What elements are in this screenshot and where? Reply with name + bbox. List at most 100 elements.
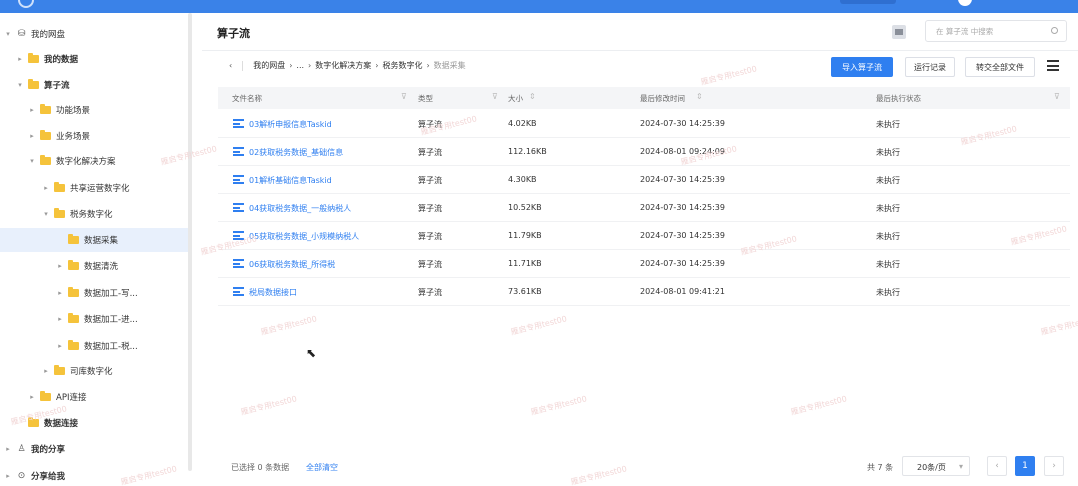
operator-flow-icon: [233, 203, 244, 212]
breadcrumb-item[interactable]: 税务数字化: [382, 60, 422, 71]
column-type[interactable]: 类型: [418, 93, 433, 104]
sidebar-item[interactable]: ▸ 共享运营数字化: [0, 176, 188, 200]
sidebar-item-label: 我的数据: [44, 55, 79, 65]
table-row[interactable]: 税局数据接口 算子流 73.61KB 2024-08-01 09:41:21 未执行: [218, 279, 1070, 306]
chevron-right-icon[interactable]: ▸: [56, 289, 64, 297]
menu-icon[interactable]: [1047, 60, 1059, 71]
sidebar-item[interactable]: ▾ ⛁ 我的网盘: [0, 22, 188, 46]
file-size: 112.16KB: [508, 147, 547, 156]
table-row[interactable]: 01解析基础信息Taskid 算子流 4.30KB 2024-07-30 14:25:…: [218, 167, 1070, 194]
sidebar-item[interactable]: ▸ ♙ 我的分享: [0, 437, 188, 461]
file-size: 4.02KB: [508, 119, 537, 128]
file-size: 73.61KB: [508, 287, 542, 296]
file-name-link[interactable]: 02获取税务数据_基础信息: [249, 147, 343, 158]
file-modified: 2024-08-01 09:41:21: [640, 287, 725, 296]
sidebar-item[interactable]: ▸ 司库数字化: [0, 359, 188, 383]
sidebar-item[interactable]: ▸ 业务场景: [0, 124, 188, 148]
page-button[interactable]: 1: [1015, 456, 1035, 476]
column-status[interactable]: 最后执行状态: [876, 93, 921, 104]
shared-with-me-icon: ⊙: [17, 471, 26, 481]
chevron-down-icon[interactable]: ▾: [16, 81, 24, 89]
chevron-down-icon[interactable]: ▾: [42, 210, 50, 218]
sidebar-item[interactable]: 数据采集: [0, 228, 188, 252]
file-status: 未执行: [876, 120, 900, 129]
avatar[interactable]: [958, 0, 972, 6]
sort-icon[interactable]: ⇕: [696, 92, 703, 101]
file-status: 未执行: [876, 232, 900, 241]
page-size-value: 20条/页: [917, 463, 946, 472]
chevron-right-icon[interactable]: ▸: [42, 184, 50, 192]
clear-selection-link[interactable]: 全部清空: [306, 462, 338, 473]
table-row[interactable]: 03解析申报信息Taskid 算子流 4.02KB 2024-07-30 14:25:…: [218, 111, 1070, 138]
sidebar-item[interactable]: ▸ 数据加工-税...: [0, 334, 188, 358]
search-icon[interactable]: [1051, 27, 1058, 34]
sidebar-item-label: 数据加工-写...: [84, 289, 138, 299]
filter-icon[interactable]: ⊽: [1054, 92, 1060, 101]
filter-icon[interactable]: ⊽: [401, 92, 407, 101]
breadcrumb-item[interactable]: ...: [296, 61, 304, 70]
file-type: 算子流: [418, 176, 442, 185]
column-name[interactable]: 文件名称: [232, 93, 262, 104]
sidebar-item-label: 数据加工-进...: [84, 315, 138, 325]
column-modified[interactable]: 最后修改时间: [640, 93, 685, 104]
file-size: 10.52KB: [508, 203, 542, 212]
import-button[interactable]: 导入算子流: [831, 57, 893, 77]
chevron-right-icon[interactable]: ▸: [56, 342, 64, 350]
next-page-button[interactable]: ›: [1044, 456, 1064, 476]
back-icon[interactable]: ‹: [229, 61, 232, 70]
sidebar-item[interactable]: ▸ 数据清洗: [0, 254, 188, 278]
sidebar-item-label: 数据清洗: [84, 262, 119, 272]
chevron-down-icon[interactable]: ▾: [28, 157, 36, 165]
file-name-link[interactable]: 04获取税务数据_一般纳税人: [249, 203, 351, 214]
sidebar: ▾ ⛁ 我的网盘 ▸ 我的数据 ▾ 算子流 ▸ 功能场景 ▸ 业务场景 ▾ 数字化解决方案 ▸ 共享运营数字…: [0, 13, 194, 486]
sidebar-item[interactable]: ▸ 功能场景: [0, 98, 188, 122]
sidebar-item[interactable]: ▸ API连接: [0, 385, 188, 409]
folder-view-icon[interactable]: [892, 25, 906, 39]
file-name-link[interactable]: 01解析基础信息Taskid: [249, 175, 332, 186]
search-input[interactable]: 在 算子流 中搜索: [925, 20, 1067, 42]
sidebar-scrollbar[interactable]: [188, 13, 192, 471]
chevron-right-icon[interactable]: ▸: [56, 315, 64, 323]
column-size[interactable]: 大小: [508, 93, 523, 104]
sidebar-item[interactable]: ▾ 数字化解决方案: [0, 149, 188, 173]
page-size-select[interactable]: 20条/页 ▾: [902, 456, 970, 476]
top-action-button[interactable]: [840, 0, 896, 4]
breadcrumb-item[interactable]: 我的网盘: [253, 60, 285, 71]
run-log-button[interactable]: 运行记录: [905, 57, 955, 77]
chevron-right-icon[interactable]: ▸: [16, 55, 24, 63]
sidebar-item[interactable]: ▾ 算子流: [0, 73, 188, 97]
chevron-right-icon[interactable]: ▸: [4, 472, 12, 480]
operator-flow-icon: [233, 231, 244, 240]
sidebar-item[interactable]: ▸ 我的数据: [0, 47, 188, 71]
table-row[interactable]: 04获取税务数据_一般纳税人 算子流 10.52KB 2024-07-30 14:25…: [218, 195, 1070, 222]
chevron-right-icon[interactable]: ▸: [28, 132, 36, 140]
file-status: 未执行: [876, 176, 900, 185]
filter-icon[interactable]: ⊽: [492, 92, 498, 101]
chevron-right-icon[interactable]: ▸: [56, 262, 64, 270]
table-row[interactable]: 02获取税务数据_基础信息 算子流 112.16KB 2024-08-01 09:24…: [218, 139, 1070, 166]
file-type: 算子流: [418, 260, 442, 269]
app-logo[interactable]: [18, 0, 34, 8]
table-row[interactable]: 06获取税务数据_所得税 算子流 11.71KB 2024-07-30 14:25:3…: [218, 251, 1070, 278]
sidebar-item[interactable]: ▾ 税务数字化: [0, 202, 188, 226]
top-bar: [0, 0, 1078, 13]
chevron-right-icon[interactable]: ▸: [28, 393, 36, 401]
convert-all-button[interactable]: 转交全部文件: [965, 57, 1035, 77]
sort-icon[interactable]: ⇕: [529, 92, 536, 101]
file-name-link[interactable]: 03解析申报信息Taskid: [249, 119, 332, 130]
sidebar-item[interactable]: ▸ ⊙ 分享给我: [0, 464, 188, 486]
file-name-link[interactable]: 06获取税务数据_所得税: [249, 259, 335, 270]
chevron-right-icon[interactable]: ▸: [42, 367, 50, 375]
chevron-right-icon[interactable]: ▸: [4, 445, 12, 453]
file-name-link[interactable]: 税局数据接口: [249, 287, 297, 298]
sidebar-item[interactable]: ▸ 数据加工-进...: [0, 307, 188, 331]
chevron-right-icon: ›: [289, 61, 293, 70]
table-row[interactable]: 05获取税务数据_小规模纳税人 算子流 11.79KB 2024-07-30 14:2…: [218, 223, 1070, 250]
sidebar-item[interactable]: 数据连接: [0, 411, 188, 435]
prev-page-button[interactable]: ‹: [987, 456, 1007, 476]
chevron-down-icon[interactable]: ▾: [4, 30, 12, 38]
sidebar-item[interactable]: ▸ 数据加工-写...: [0, 281, 188, 305]
file-name-link[interactable]: 05获取税务数据_小规模纳税人: [249, 231, 359, 242]
breadcrumb-item[interactable]: 数字化解决方案: [315, 60, 371, 71]
chevron-right-icon[interactable]: ▸: [28, 106, 36, 114]
